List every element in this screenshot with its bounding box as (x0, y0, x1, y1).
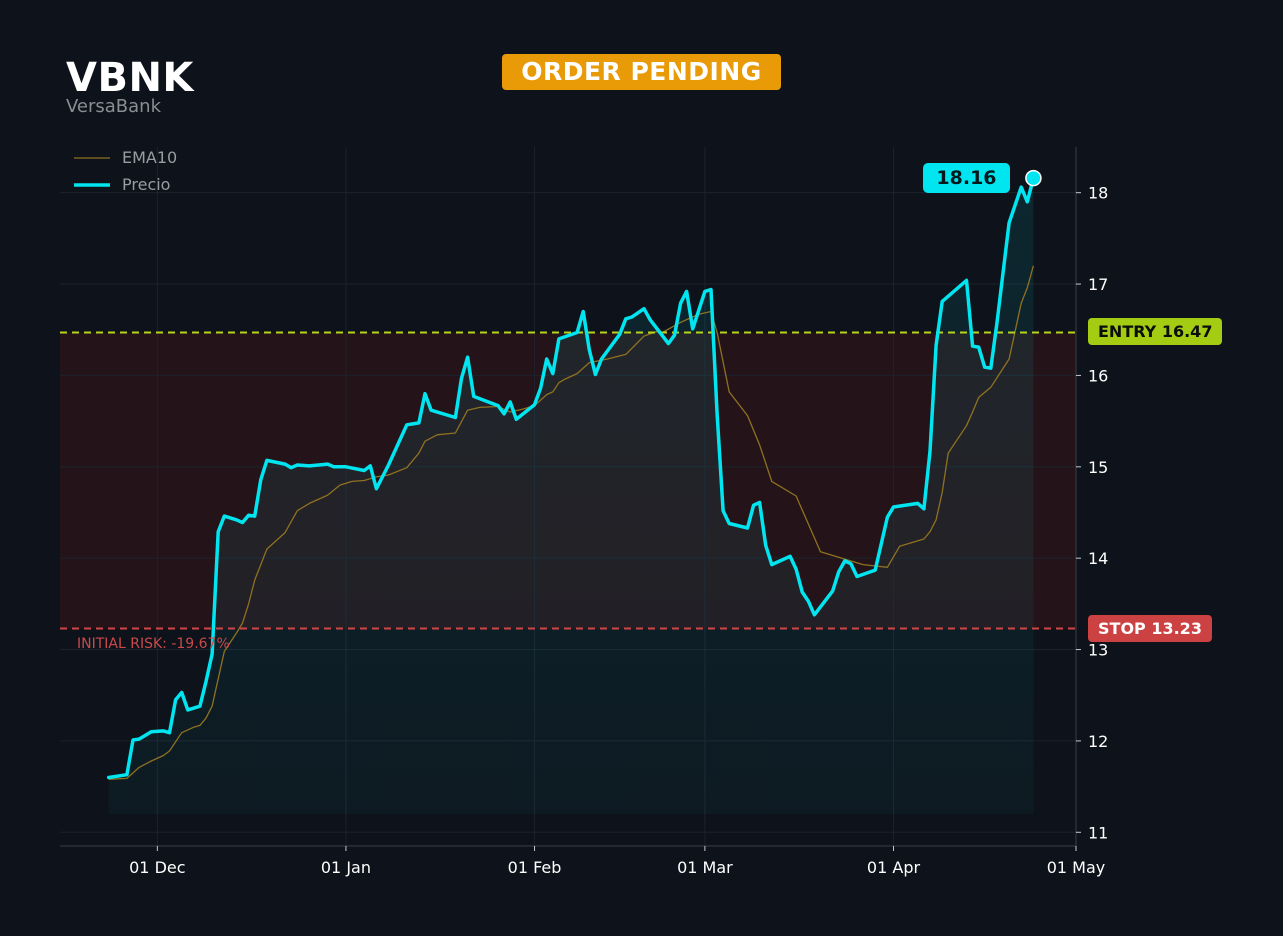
y-tick-label: 13 (1088, 641, 1108, 660)
x-tick-label: 01 Feb (508, 858, 562, 877)
y-tick-label: 16 (1088, 366, 1108, 385)
x-tick-label: 01 May (1047, 858, 1106, 877)
x-tick-label: 01 Jan (321, 858, 371, 877)
last-price-tag: 18.16 (923, 163, 1010, 194)
y-tick-label: 18 (1088, 184, 1108, 203)
y-tick-label: 11 (1088, 823, 1108, 842)
y-tick-label: 17 (1088, 275, 1108, 294)
entry-level-tag: ENTRY 16.47 (1088, 318, 1223, 346)
order-status-badge: ORDER PENDING (502, 54, 781, 90)
last-price-marker (1025, 169, 1042, 187)
legend-label-ema10: EMA10 (122, 148, 178, 167)
ema10-swatch (74, 156, 110, 159)
x-tick-label: 01 Mar (677, 858, 733, 877)
company-name: VersaBank (66, 96, 162, 117)
legend-item-ema10: EMA10 (74, 144, 177, 171)
y-tick-label: 14 (1088, 549, 1108, 568)
legend-label-precio: Precio (122, 175, 171, 194)
x-tick-label: 01 Dec (129, 858, 185, 877)
chart-canvas: 11 12 13 14 15 16 17 18 01 Dec 01 Jan 01 Feb 01 Mar… (60, 147, 1108, 877)
y-tick-label: 15 (1088, 458, 1108, 477)
precio-swatch (74, 182, 110, 187)
stop-level-tag: STOP 13.23 (1088, 614, 1212, 642)
chart-legend: EMA10 Precio (74, 144, 177, 198)
chart-stage: 11 12 13 14 15 16 17 18 01 Dec 01 Jan 01 Feb 01 Mar… (0, 0, 1283, 936)
x-tick-label: 01 Apr (867, 858, 921, 877)
initial-risk-label: INITIAL RISK: -19.67% (77, 636, 230, 652)
y-tick-label: 12 (1088, 732, 1108, 751)
legend-item-precio: Precio (74, 171, 177, 198)
